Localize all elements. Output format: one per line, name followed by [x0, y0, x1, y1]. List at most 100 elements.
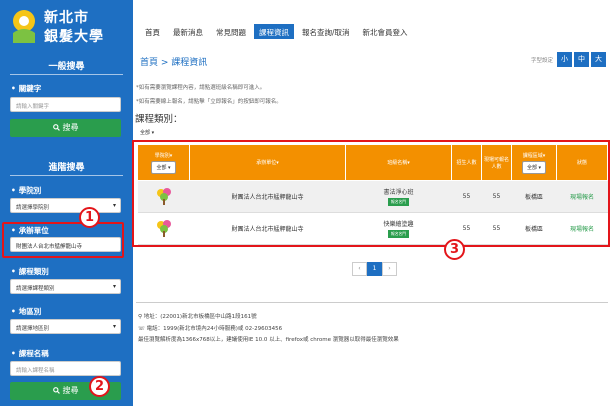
font-large-button[interactable]: 大 [591, 52, 606, 67]
cell-course: 書法淨心班 報名名門 [345, 180, 452, 213]
cell-status: 現場報名 [556, 212, 608, 245]
course-thumbnail [137, 180, 190, 213]
keyword-input[interactable]: 請輸入關鍵字 [10, 97, 121, 112]
header-available: 現場可報名人數 [481, 144, 512, 181]
category-filter-value: 全部 [140, 130, 151, 136]
header-enrolled: 招生人數 [451, 144, 482, 181]
general-search-title: 一般搜尋 [48, 62, 85, 72]
breadcrumb: 首頁 > 課程資訊 [140, 58, 208, 68]
search-icon [52, 387, 60, 394]
nav-item[interactable]: 首頁 [140, 24, 165, 39]
cell-unit: 財團法人台北市艋舺龍山寺 [189, 212, 346, 245]
search-button[interactable]: 搜尋 [10, 119, 121, 137]
category-filter-select[interactable]: 全部 ▾ [140, 129, 154, 136]
cell-district: 板橋區 [511, 212, 557, 245]
header-faculty: 學院別▾ 全部 ▾ [137, 144, 190, 181]
search-button-label: 搜尋 [62, 123, 79, 132]
category-title: 課程類別： [135, 114, 183, 125]
footer-address-text: 地址：(22001)新北市板橋區中山路1段161號 [143, 314, 257, 320]
nav-item[interactable]: 常見問題 [211, 24, 251, 39]
category-select[interactable]: 請選擇課程類別 ▾ [10, 279, 121, 294]
next-page-button[interactable]: › [382, 262, 397, 276]
footer-phone-text: 電話：1999(新北市境內24小時服務)或 02-29603456 [146, 326, 283, 332]
faculty-filter-select[interactable]: 全部 ▾ [151, 160, 176, 174]
nav-item[interactable]: 新北會員登入 [358, 24, 413, 39]
header-district-label: 課程區域 [522, 152, 543, 159]
onsite-register-link[interactable]: 現場報名 [570, 194, 594, 201]
sidebar: 新北市 銀髮大學 一般搜尋 關鍵字 請輸入關鍵字 搜尋 進階搜尋 學院別 請選擇… [0, 0, 133, 406]
header-enrolled-label: 招生人數 [456, 160, 477, 166]
table-header-row: 學院別▾ 全部 ▾ 承辦單位▾ 班級名稱▾ 招生人數 現場可報名人數 課程區域▾ 全… [137, 144, 608, 181]
header-faculty-label: 學院別 [154, 152, 170, 159]
faculty-select[interactable]: 請選擇學院別 ▾ [10, 198, 121, 213]
faculty-select-value: 請選擇學院別 [16, 205, 50, 211]
category-select-value: 請選擇課程類別 [16, 286, 55, 292]
callout-highlight-unit [2, 222, 124, 258]
divider [10, 175, 123, 176]
onsite-register-link[interactable]: 現場報名 [570, 226, 594, 233]
cell-status: 現場報名 [556, 180, 608, 213]
course-tag: 報名名門 [387, 198, 410, 206]
pin-icon: ⚲ [138, 314, 143, 320]
district-select[interactable]: 請選擇地區別 ▾ [10, 319, 121, 334]
header-unit-label: 承辦單位 [256, 160, 277, 166]
course-name-input[interactable]: 請輸入課程名稱 [10, 361, 121, 376]
font-small-button[interactable]: 小 [557, 52, 572, 67]
header-status-label: 狀態 [576, 160, 587, 166]
course-tag: 報名名門 [387, 230, 410, 238]
nav-item[interactable]: 課程資訊 [254, 24, 294, 39]
faculty-label: 學院別 [11, 185, 42, 196]
header-district: 課程區域▾ 全部 ▾ [511, 144, 557, 181]
search-button-label: 搜尋 [62, 386, 79, 395]
font-medium-button[interactable]: 中 [574, 52, 589, 67]
site-logo[interactable]: 新北市 銀髮大學 [8, 4, 126, 52]
callout-badge-2: 2 [89, 376, 110, 397]
divider [10, 74, 123, 75]
category-label: 課程類別 [11, 266, 49, 277]
pagination: ‹ 1 › [352, 262, 397, 276]
district-select-value: 請選擇地區別 [16, 326, 50, 332]
callout-badge-1: 1 [79, 207, 100, 228]
table-row: 財團法人台北市艋舺龍山寺 書法淨心班 報名名門 55 55 板橋區 現場報名 [137, 180, 608, 213]
course-link[interactable]: 書法淨心班 [346, 187, 452, 196]
district-filter-select[interactable]: 全部 ▾ [521, 160, 547, 174]
cell-enrolled: 55 [451, 180, 482, 213]
top-nav: 首頁 最新消息 常見問題 課程資訊 報名查詢/取消 新北會員登入 [140, 24, 413, 39]
nav-item[interactable]: 最新消息 [168, 24, 208, 39]
district-filter-value: 全部 [526, 164, 537, 171]
caret-down-icon: ▾ [112, 323, 116, 330]
prev-page-button[interactable]: ‹ [352, 262, 367, 276]
advanced-search-title: 進階搜尋 [48, 163, 85, 173]
caret-down-icon: ▾ [112, 283, 116, 290]
header-status: 狀態 [556, 144, 608, 181]
cell-available: 55 [481, 180, 512, 213]
cell-course: 快樂繪塗趣 報名名門 [345, 212, 452, 245]
tree-logo-icon [156, 187, 171, 205]
footer-address: ⚲ 地址：(22001)新北市板橋區中山路1段161號 [138, 312, 257, 320]
caret-down-icon: ▾ [112, 202, 116, 209]
table-row: 財團法人台北市艋舺龍山寺 快樂繪塗趣 報名名門 55 55 板橋區 現場報名 [137, 212, 608, 245]
course-name-label: 課程名稱 [11, 348, 49, 359]
footer-browser-note: 最佳瀏覽解析度為1366x768以上，建議使用IE 10.0 以上、firefo… [138, 337, 399, 343]
footer-phone: ☏ 電話：1999(新北市境內24小時服務)或 02-29603456 [138, 324, 282, 332]
footer-divider [136, 302, 608, 303]
course-link[interactable]: 快樂繪塗趣 [346, 219, 452, 228]
logo-line1: 新北市 [44, 10, 89, 26]
cell-unit: 財團法人台北市艋舺龍山寺 [189, 180, 346, 213]
faculty-filter-value: 全部 [156, 164, 167, 171]
logo-line2: 銀髮大學 [44, 29, 104, 45]
cell-available: 55 [481, 212, 512, 245]
logo-icon [13, 10, 35, 43]
header-available-label: 現場可報名人數 [483, 156, 509, 170]
header-course-label: 班級名稱 [387, 160, 408, 166]
header-course[interactable]: 班級名稱▾ [345, 144, 452, 181]
phone-icon: ☏ [138, 326, 145, 332]
page-button-current[interactable]: 1 [367, 262, 382, 276]
district-label: 地區別 [11, 306, 42, 317]
keyword-label: 關鍵字 [11, 83, 42, 94]
note-line: *如有需要瀏覽課程內容，請點選班級名稱即可進入。 [136, 85, 266, 91]
nav-item[interactable]: 報名查詢/取消 [297, 24, 355, 39]
header-unit[interactable]: 承辦單位▾ [189, 144, 346, 181]
course-thumbnail [137, 212, 190, 245]
note-line: *如有需要線上報名，請點擊「立即報名」的按鈕即可報名。 [136, 99, 282, 105]
